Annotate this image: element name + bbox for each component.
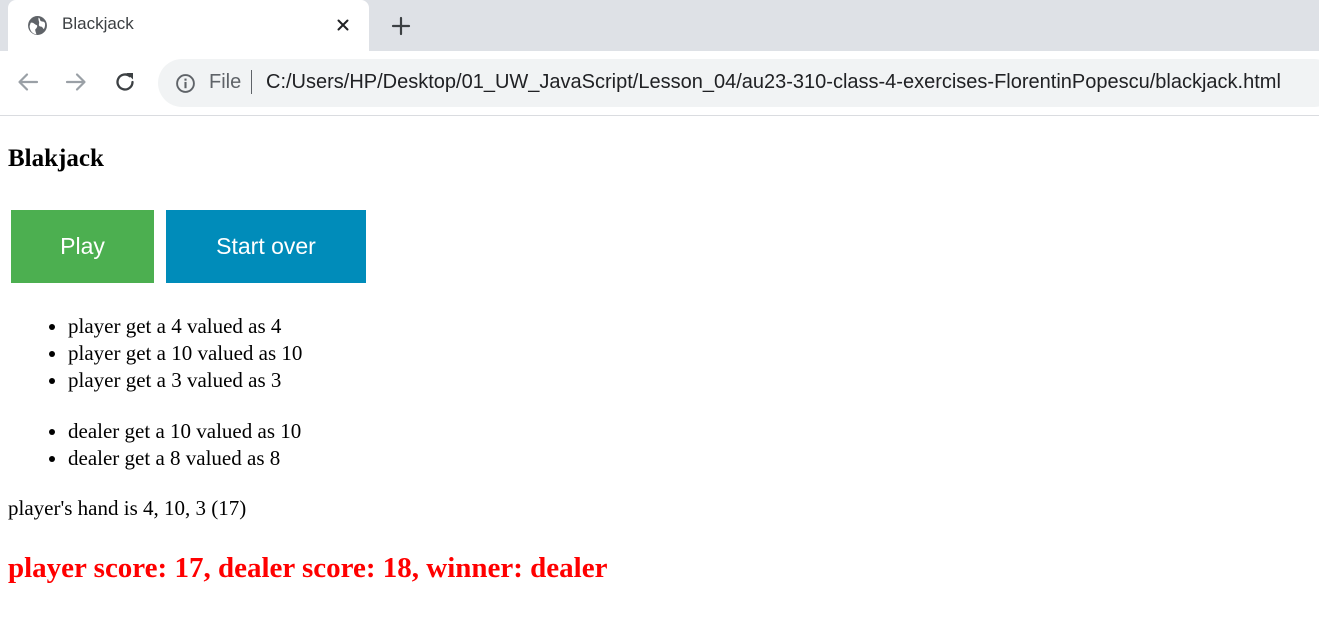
list-item: dealer get a 8 valued as 8 bbox=[68, 445, 301, 472]
player-hand-text: player's hand is 4, 10, 3 (17) bbox=[8, 496, 247, 520]
list-item: dealer get a 10 valued as 10 bbox=[68, 418, 301, 445]
close-icon[interactable] bbox=[335, 17, 351, 33]
info-icon[interactable] bbox=[175, 73, 196, 94]
address-bar[interactable]: File C:/Users/HP/Desktop/01_UW_JavaScrip… bbox=[158, 59, 1319, 107]
reload-icon[interactable] bbox=[112, 69, 138, 95]
url-divider bbox=[251, 70, 252, 94]
list-item: player get a 4 valued as 4 bbox=[68, 313, 302, 340]
globe-icon bbox=[28, 16, 47, 35]
list-item: player get a 10 valued as 10 bbox=[68, 340, 302, 367]
list-item: player get a 3 valued as 3 bbox=[68, 367, 302, 394]
result-text: player score: 17, dealer score: 18, winn… bbox=[8, 552, 608, 584]
player-cards-list: player get a 4 valued as 4 player get a … bbox=[0, 313, 302, 394]
dealer-cards-list: dealer get a 10 valued as 10 dealer get … bbox=[0, 418, 301, 472]
plus-icon[interactable] bbox=[390, 15, 412, 37]
play-button[interactable]: Play bbox=[11, 210, 154, 283]
arrow-left-icon[interactable] bbox=[15, 69, 41, 95]
tab-strip: Blackjack bbox=[0, 0, 1319, 51]
page-content: Blakjack Play Start over player get a 4 … bbox=[0, 116, 1319, 617]
browser-toolbar: File C:/Users/HP/Desktop/01_UW_JavaScrip… bbox=[0, 51, 1319, 116]
tab-title: Blackjack bbox=[62, 14, 134, 33]
start-over-button[interactable]: Start over bbox=[166, 210, 366, 283]
arrow-right-icon[interactable] bbox=[63, 69, 89, 95]
url-text[interactable]: C:/Users/HP/Desktop/01_UW_JavaScript/Les… bbox=[266, 71, 1281, 94]
page-title: Blakjack bbox=[8, 145, 104, 172]
tab-blackjack[interactable]: Blackjack bbox=[8, 0, 369, 51]
scheme-label: File bbox=[209, 71, 242, 93]
